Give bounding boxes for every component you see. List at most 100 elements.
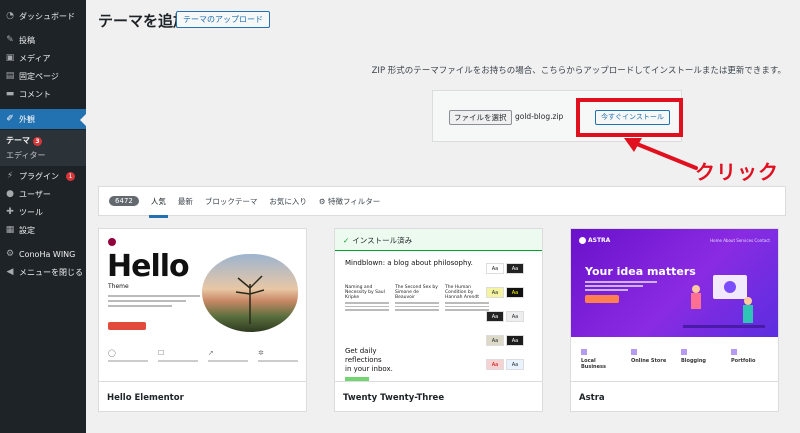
- sidebar-item-label: 投稿: [19, 35, 35, 45]
- preview-newsletter: Get daily reflections in your inbox.: [345, 347, 393, 374]
- sidebar-item-label: 固定ページ: [19, 71, 59, 81]
- theme-name: Twenty Twenty-Three: [335, 381, 542, 411]
- sidebar-item-pages[interactable]: ▤ 固定ページ: [0, 67, 86, 85]
- plugins-update-badge: 1: [66, 171, 75, 181]
- preview-hero: ASTRA Home About Services Contact Your i…: [571, 229, 778, 337]
- annotation-label: クリック: [695, 160, 779, 184]
- filter-tab-popular[interactable]: 人気: [148, 196, 168, 218]
- sidebar-item-conoha-wing[interactable]: ⚙ ConoHa WING: [0, 245, 86, 263]
- user-icon: ●: [6, 189, 14, 199]
- submenu-item-editor[interactable]: エディター: [6, 150, 45, 161]
- preview-column-text: Naming and Necessity by Saul Kripke: [345, 285, 385, 300]
- pin-icon: ✎: [6, 35, 14, 45]
- filter-tab-block-themes[interactable]: ブロックテーマ: [205, 196, 258, 207]
- annotation-arrow-icon: [624, 138, 698, 170]
- filter-tab-favorites[interactable]: お気に入り: [269, 196, 307, 207]
- sidebar-item-label: ConoHa WING: [19, 249, 76, 259]
- preview-subtitle: Theme: [108, 283, 129, 290]
- theme-card-twenty-twenty-three[interactable]: Mindblown: a blog about philosophy. Nami…: [334, 228, 543, 412]
- media-icon: ▣: [5, 53, 15, 63]
- selected-file-name: gold-blog.zip: [515, 112, 564, 121]
- feature-label: Blogging: [681, 358, 706, 364]
- brush-icon: ✐: [6, 114, 14, 124]
- wrench-icon: ✚: [6, 207, 14, 217]
- sidebar-item-comments[interactable]: ▬ コメント: [0, 85, 86, 103]
- swatch: Aa: [506, 263, 524, 274]
- sidebar-item-label: ダッシュボード: [19, 11, 75, 21]
- preview-line: in your inbox.: [345, 365, 393, 373]
- sidebar-item-label: ツール: [19, 207, 43, 217]
- collapse-icon: ◀: [6, 267, 14, 277]
- submenu-label: テーマ: [6, 136, 30, 145]
- swatch: Aa: [486, 335, 504, 346]
- sidebar-item-plugins[interactable]: ⚡ プラグイン 1: [0, 167, 86, 185]
- sidebar-collapse-menu[interactable]: ◀ メニューを閉じる: [0, 263, 86, 281]
- sidebar-item-users[interactable]: ● ユーザー: [0, 185, 86, 203]
- swatch: Aa: [506, 335, 524, 346]
- sidebar-item-label: プラグイン: [19, 171, 59, 181]
- swatch: Aa: [506, 311, 524, 322]
- theme-count-badge: 6472: [109, 196, 139, 206]
- swatch: Aa: [486, 263, 504, 274]
- theme-screenshot: Hello Theme ◯ ☐ ➚ ✲: [99, 229, 306, 381]
- settings-icon: ▦: [5, 225, 15, 235]
- preview-columns: Naming and Necessity by Saul Kripke The …: [345, 285, 493, 311]
- sidebar-item-label: コメント: [19, 89, 51, 99]
- submenu-label: エディター: [6, 151, 46, 160]
- sidebar-item-tools[interactable]: ✚ ツール: [0, 203, 86, 221]
- gear-icon: ⚙: [5, 249, 15, 259]
- preview-column-text: The Second Sex by Simone de Beauvoir: [395, 285, 438, 300]
- theme-name: Hello Elementor: [99, 381, 306, 411]
- swatch: Aa: [506, 287, 524, 298]
- preview-features: Local Business Online Store Blogging Por…: [581, 349, 771, 370]
- sidebar-item-label: ユーザー: [19, 189, 51, 199]
- astra-logo: ASTRA: [579, 237, 610, 244]
- theme-card-astra[interactable]: ASTRA Home About Services Contact Your i…: [570, 228, 779, 412]
- sidebar-item-settings[interactable]: ▦ 設定: [0, 221, 86, 239]
- preview-illustration: [683, 275, 765, 328]
- sidebar-item-posts[interactable]: ✎ 投稿: [0, 31, 86, 49]
- preview-button: [585, 295, 619, 303]
- preview-headline: Your idea matters: [585, 265, 696, 278]
- theme-name: Astra: [571, 381, 778, 411]
- highlight-box: [576, 98, 683, 137]
- preview-title: Hello: [107, 249, 190, 284]
- choose-file-button[interactable]: ファイルを選択: [449, 110, 512, 125]
- feature-filter-link[interactable]: ⚙ 特徴フィルター: [319, 196, 380, 207]
- sidebar-item-appearance[interactable]: ✐ 外観: [0, 109, 86, 129]
- upload-theme-button[interactable]: テーマのアップロード: [176, 11, 270, 28]
- sidebar-item-media[interactable]: ▣ メディア: [0, 49, 86, 67]
- theme-filter-bar: 6472 人気 最新 ブロックテーマ お気に入り ⚙ 特徴フィルター: [98, 186, 786, 218]
- preview-nav: Home About Services Contact: [710, 238, 770, 243]
- feature-label: Local Business: [581, 358, 606, 370]
- theme-screenshot: Mindblown: a blog about philosophy. Nami…: [335, 229, 542, 381]
- theme-screenshot: ASTRA Home About Services Contact Your i…: [571, 229, 778, 381]
- sidebar-item-label: 設定: [19, 225, 35, 235]
- upload-description: ZIP 形式のテーマファイルをお持ちの場合、こちらからアップロードしてインストー…: [371, 66, 786, 76]
- page-title: テーマを追加: [98, 12, 189, 30]
- preview-features: ◯ ☐ ➚ ✲: [108, 349, 298, 362]
- theme-card-hello-elementor[interactable]: Hello Theme ◯ ☐ ➚ ✲ Hello Elementor: [98, 228, 307, 412]
- swatch: Aa: [486, 359, 504, 370]
- filter-tab-latest[interactable]: 最新: [178, 196, 193, 207]
- preview-content: Mindblown: a blog about philosophy. Nami…: [345, 259, 493, 311]
- preview-landscape-image: [202, 254, 298, 332]
- dashboard-icon: ◔: [6, 11, 14, 21]
- preview-line: reflections: [345, 356, 382, 364]
- swatch: Aa: [506, 359, 524, 370]
- astra-logo-icon: [579, 237, 586, 244]
- current-menu-notch: [80, 114, 86, 126]
- sidebar-item-dashboard[interactable]: ◔ ダッシュボード: [0, 7, 86, 25]
- page-icon: ▤: [5, 71, 15, 81]
- comment-icon: ▬: [5, 89, 15, 99]
- logo-text: ASTRA: [588, 237, 611, 244]
- preview-line: Get daily: [345, 347, 377, 355]
- preview-button: [108, 322, 146, 330]
- preview-column-text: The Human Condition by Hannah Arendt: [445, 285, 479, 300]
- submenu-item-themes[interactable]: テーマ 3: [6, 135, 42, 146]
- installed-banner: ✓ インストール済み: [335, 229, 542, 251]
- style-swatches: AaAa AaAa AaAa AaAa AaAa AaAa: [486, 255, 526, 381]
- sidebar-item-label: メニューを閉じる: [19, 267, 83, 277]
- feature-filter-label: 特徴フィルター: [327, 196, 381, 206]
- elementor-logo-icon: [108, 238, 116, 246]
